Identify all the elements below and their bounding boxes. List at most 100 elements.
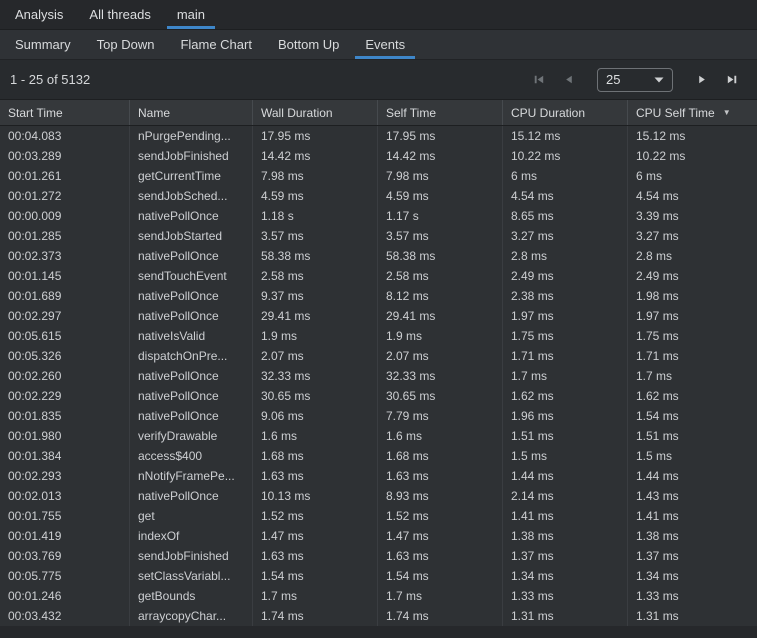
cell-name: arraycopyChar... (130, 606, 253, 626)
tab-events[interactable]: Events (352, 30, 418, 59)
cell-cpu-duration: 1.41 ms (503, 506, 628, 526)
previous-page-button[interactable] (556, 68, 580, 92)
top-tab-analysis[interactable]: Analysis (2, 0, 76, 29)
page-size-dropdown[interactable]: 25 (597, 68, 673, 92)
column-header-start-time[interactable]: Start Time (0, 100, 130, 125)
tab-bottom-up[interactable]: Bottom Up (265, 30, 352, 59)
tab-label: Analysis (15, 7, 63, 22)
cell-start-time: 00:05.775 (0, 566, 130, 586)
cell-wall-duration: 4.59 ms (253, 186, 378, 206)
tab-label: Summary (15, 37, 71, 52)
table-row[interactable]: 00:02.373nativePollOnce58.38 ms58.38 ms2… (0, 246, 757, 266)
table-row[interactable]: 00:02.297nativePollOnce29.41 ms29.41 ms1… (0, 306, 757, 326)
cell-self-time: 2.58 ms (378, 266, 503, 286)
cell-start-time: 00:05.326 (0, 346, 130, 366)
top-tab-all-threads[interactable]: All threads (76, 0, 163, 29)
cell-name: nativeIsValid (130, 326, 253, 346)
tab-flame-chart[interactable]: Flame Chart (167, 30, 265, 59)
cell-cpu-self-time: 3.39 ms (628, 206, 757, 226)
table-row[interactable]: 00:03.289sendJobFinished14.42 ms14.42 ms… (0, 146, 757, 166)
cell-self-time: 1.7 ms (378, 586, 503, 606)
cell-cpu-self-time: 1.54 ms (628, 406, 757, 426)
cell-wall-duration: 17.95 ms (253, 126, 378, 146)
pagination-controls: 25 (523, 68, 747, 92)
cell-cpu-duration: 1.75 ms (503, 326, 628, 346)
cell-start-time: 00:01.689 (0, 286, 130, 306)
cell-cpu-self-time: 1.31 ms (628, 606, 757, 626)
column-header-name[interactable]: Name (130, 100, 253, 125)
table-row[interactable]: 00:04.083nPurgePending...17.95 ms17.95 m… (0, 126, 757, 146)
cell-cpu-duration: 1.97 ms (503, 306, 628, 326)
next-page-button[interactable] (690, 68, 714, 92)
cell-wall-duration: 1.6 ms (253, 426, 378, 446)
column-header-label: Name (138, 106, 170, 120)
table-row[interactable]: 00:02.013nativePollOnce10.13 ms8.93 ms2.… (0, 486, 757, 506)
table-row[interactable]: 00:01.755get1.52 ms1.52 ms1.41 ms1.41 ms (0, 506, 757, 526)
cell-start-time: 00:01.285 (0, 226, 130, 246)
cell-name: getBounds (130, 586, 253, 606)
table-row[interactable]: 00:01.246getBounds1.7 ms1.7 ms1.33 ms1.3… (0, 586, 757, 606)
table-row[interactable]: 00:02.260nativePollOnce32.33 ms32.33 ms1… (0, 366, 757, 386)
cell-self-time: 7.98 ms (378, 166, 503, 186)
table-row[interactable]: 00:01.145sendTouchEvent2.58 ms2.58 ms2.4… (0, 266, 757, 286)
tab-label: Top Down (97, 37, 155, 52)
sort-descending-icon: ▼ (723, 108, 731, 117)
cell-cpu-duration: 2.14 ms (503, 486, 628, 506)
cell-start-time: 00:01.419 (0, 526, 130, 546)
table-row[interactable]: 00:01.285sendJobStarted3.57 ms3.57 ms3.2… (0, 226, 757, 246)
column-header-cpu-self-time[interactable]: CPU Self Time▼ (628, 100, 757, 125)
cell-name: sendTouchEvent (130, 266, 253, 286)
view-tab-bar: Summary Top Down Flame Chart Bottom Up Event… (0, 30, 757, 60)
cell-wall-duration: 1.63 ms (253, 466, 378, 486)
table-row[interactable]: 00:00.009nativePollOnce1.18 s1.17 s8.65 … (0, 206, 757, 226)
cell-cpu-duration: 3.27 ms (503, 226, 628, 246)
table-row[interactable]: 00:03.432arraycopyChar...1.74 ms1.74 ms1… (0, 606, 757, 626)
top-tab-bar: Analysis All threadsmain (0, 0, 757, 30)
column-header-wall-duration[interactable]: Wall Duration (253, 100, 378, 125)
cell-wall-duration: 1.54 ms (253, 566, 378, 586)
cell-start-time: 00:02.260 (0, 366, 130, 386)
table-row[interactable]: 00:01.689nativePollOnce9.37 ms8.12 ms2.3… (0, 286, 757, 306)
cell-cpu-duration: 1.5 ms (503, 446, 628, 466)
tab-top-down[interactable]: Top Down (84, 30, 168, 59)
cell-cpu-self-time: 4.54 ms (628, 186, 757, 206)
table-row[interactable]: 00:01.261getCurrentTime7.98 ms7.98 ms6 m… (0, 166, 757, 186)
table-row[interactable]: 00:01.419indexOf1.47 ms1.47 ms1.38 ms1.3… (0, 526, 757, 546)
table-row[interactable]: 00:01.384access$4001.68 ms1.68 ms1.5 ms1… (0, 446, 757, 466)
cell-cpu-self-time: 1.71 ms (628, 346, 757, 366)
column-header-label: CPU Duration (511, 106, 585, 120)
cell-wall-duration: 1.63 ms (253, 546, 378, 566)
tab-label: Flame Chart (180, 37, 252, 52)
cell-cpu-duration: 4.54 ms (503, 186, 628, 206)
cell-self-time: 17.95 ms (378, 126, 503, 146)
table-row[interactable]: 00:03.769sendJobFinished1.63 ms1.63 ms1.… (0, 546, 757, 566)
column-header-cpu-duration[interactable]: CPU Duration (503, 100, 628, 125)
tab-label: Bottom Up (278, 37, 339, 52)
cell-self-time: 3.57 ms (378, 226, 503, 246)
chevron-down-icon (654, 72, 664, 87)
table-row[interactable]: 00:01.272sendJobSched...4.59 ms4.59 ms4.… (0, 186, 757, 206)
cell-start-time: 00:03.289 (0, 146, 130, 166)
cell-name: dispatchOnPre... (130, 346, 253, 366)
table-row[interactable]: 00:05.326dispatchOnPre...2.07 ms2.07 ms1… (0, 346, 757, 366)
table-row[interactable]: 00:05.615nativeIsValid1.9 ms1.9 ms1.75 m… (0, 326, 757, 346)
table-row[interactable]: 00:05.775setClassVariabl...1.54 ms1.54 m… (0, 566, 757, 586)
first-page-button[interactable] (526, 68, 550, 92)
cell-self-time: 1.74 ms (378, 606, 503, 626)
table-row[interactable]: 00:02.293nNotifyFramePe...1.63 ms1.63 ms… (0, 466, 757, 486)
cell-start-time: 00:01.980 (0, 426, 130, 446)
cell-cpu-duration: 1.33 ms (503, 586, 628, 606)
column-header-self-time[interactable]: Self Time (378, 100, 503, 125)
top-tab-main[interactable]: main (164, 0, 218, 29)
cell-cpu-self-time: 1.37 ms (628, 546, 757, 566)
cell-name: nNotifyFramePe... (130, 466, 253, 486)
cell-cpu-self-time: 1.97 ms (628, 306, 757, 326)
tab-summary[interactable]: Summary (2, 30, 84, 59)
table-row[interactable]: 00:02.229nativePollOnce30.65 ms30.65 ms1… (0, 386, 757, 406)
last-page-button[interactable] (720, 68, 744, 92)
tab-label: Events (365, 37, 405, 52)
table-row[interactable]: 00:01.980verifyDrawable1.6 ms1.6 ms1.51 … (0, 426, 757, 446)
cell-wall-duration: 29.41 ms (253, 306, 378, 326)
cell-cpu-self-time: 6 ms (628, 166, 757, 186)
table-row[interactable]: 00:01.835nativePollOnce9.06 ms7.79 ms1.9… (0, 406, 757, 426)
